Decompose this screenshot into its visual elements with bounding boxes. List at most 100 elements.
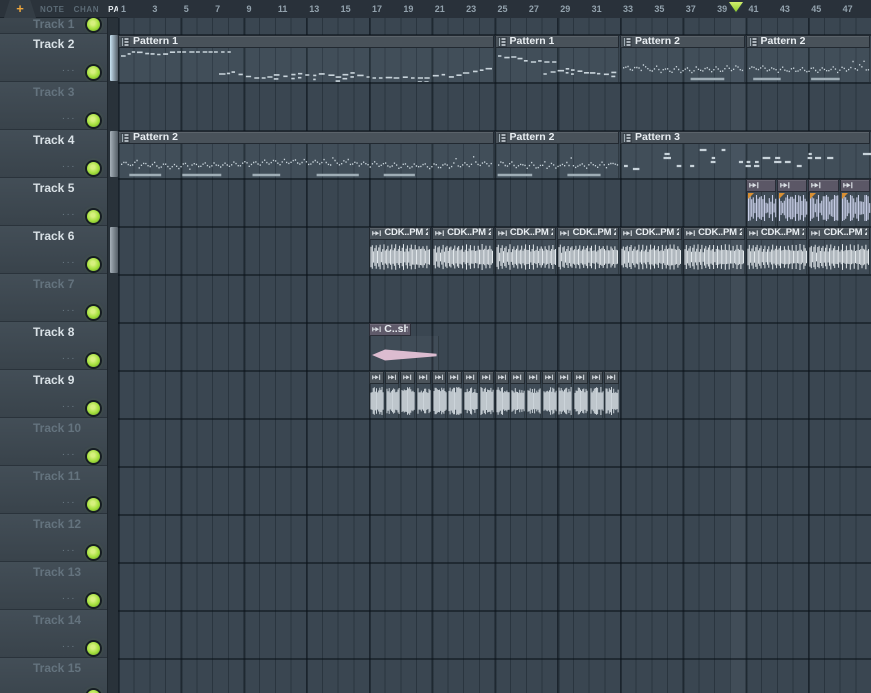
clip-header[interactable]: Pattern 3	[620, 131, 870, 144]
track-mute-led[interactable]	[87, 498, 100, 511]
clip-body[interactable]	[494, 144, 619, 178]
clip-header[interactable]	[494, 371, 510, 384]
clip-body[interactable]	[431, 384, 447, 418]
clip-body[interactable]	[620, 48, 745, 82]
clip-body[interactable]	[776, 192, 808, 226]
track-options-dots-icon[interactable]: ...	[62, 592, 76, 602]
audio-clip-c-sh[interactable]: C..sh	[369, 323, 439, 370]
audio-clip[interactable]	[416, 371, 431, 418]
pattern-clip-pattern-1[interactable]: Pattern 1	[118, 35, 494, 82]
audio-clip[interactable]	[604, 371, 619, 418]
pattern-clip-pattern-2[interactable]: Pattern 2	[494, 131, 619, 178]
clip-header[interactable]	[384, 371, 400, 384]
track-row-3[interactable]: Track 3...	[0, 82, 107, 130]
clip-header[interactable]: CDK..PM 2	[808, 227, 870, 240]
clip-header[interactable]: Pattern 2	[494, 131, 619, 144]
audio-clip[interactable]	[400, 371, 416, 418]
clip-body[interactable]	[463, 384, 478, 418]
audio-clip[interactable]	[808, 179, 839, 226]
clip-body[interactable]	[118, 48, 494, 82]
clip-header[interactable]: CDK..PM 2	[431, 227, 494, 240]
track-options-dots-icon[interactable]: ...	[62, 400, 76, 410]
track-options-dots-icon[interactable]: ...	[62, 640, 76, 650]
clip-body[interactable]	[118, 144, 494, 178]
track-mute-led[interactable]	[87, 306, 100, 319]
audio-clip-cdk-pm-2[interactable]: CDK..PM 2	[682, 227, 745, 274]
audio-clip[interactable]	[839, 179, 870, 226]
clip-header[interactable]	[557, 371, 572, 384]
clip-header[interactable]	[463, 371, 478, 384]
clip-header[interactable]: Pattern 1	[118, 35, 494, 48]
track-row-2[interactable]: Track 2...	[0, 34, 107, 82]
audio-clip-cdk-pm-2[interactable]: CDK..PM 2	[745, 227, 808, 274]
track-row-14[interactable]: Track 14...	[0, 610, 107, 658]
audio-clip-cdk-pm-2[interactable]: CDK..PM 2	[620, 227, 682, 274]
mode-tab-note[interactable]: NOTE	[40, 5, 65, 14]
clip-body[interactable]	[588, 384, 604, 418]
clip-body[interactable]	[620, 240, 682, 274]
audio-clip[interactable]	[431, 371, 447, 418]
audio-clip[interactable]	[745, 179, 776, 226]
audio-clip[interactable]	[572, 371, 588, 418]
audio-clip[interactable]	[447, 371, 463, 418]
clip-body[interactable]	[494, 384, 510, 418]
timeline-ruler[interactable]: 1 3 5 7 9 11 13 15 17 19 21 23 25 27 29 31 33 35 37 39 41 43 4…	[118, 0, 871, 18]
clip-header[interactable]	[400, 371, 416, 384]
clip-header[interactable]: CDK..PM 2	[557, 227, 619, 240]
track-row-15[interactable]: Track 15...	[0, 658, 107, 693]
audio-clip[interactable]	[541, 371, 557, 418]
clip-body[interactable]	[604, 384, 619, 418]
track-row-7[interactable]: Track 7...	[0, 274, 107, 322]
audio-clip[interactable]	[494, 371, 510, 418]
track-options-dots-icon[interactable]: ...	[62, 112, 76, 122]
clip-body[interactable]	[839, 192, 870, 226]
clip-header[interactable]: CDK..PM 2	[369, 227, 431, 240]
track-options-dots-icon[interactable]: ...	[62, 64, 76, 74]
clip-header[interactable]: C..sh	[369, 323, 411, 336]
audio-clip[interactable]	[557, 371, 572, 418]
track-mute-led[interactable]	[87, 210, 100, 223]
pattern-clip-pattern-2[interactable]: Pattern 2	[118, 131, 494, 178]
track-options-dots-icon[interactable]: ...	[62, 256, 76, 266]
clip-body[interactable]	[745, 240, 808, 274]
clip-header[interactable]: CDK..PM 2	[494, 227, 557, 240]
clip-body[interactable]	[557, 384, 572, 418]
playhead-marker-icon[interactable]	[728, 2, 745, 15]
clip-body[interactable]	[416, 384, 431, 418]
pattern-clip-pattern-3[interactable]: Pattern 3	[620, 131, 871, 178]
track-row-10[interactable]: Track 10...	[0, 418, 107, 466]
playlist-grid[interactable]: Pattern 1 Pattern 1 Pattern 2 Pattern 2 Patt…	[118, 18, 871, 693]
clip-header[interactable]	[416, 371, 431, 384]
track-options-dots-icon[interactable]: ...	[62, 544, 76, 554]
clip-body[interactable]	[494, 48, 619, 82]
add-button[interactable]: +	[4, 0, 36, 18]
track-mute-led[interactable]	[87, 66, 100, 79]
audio-clip[interactable]	[510, 371, 525, 418]
audio-clip[interactable]	[369, 371, 384, 418]
track-row-1[interactable]: Track 1	[0, 18, 107, 34]
track-options-dots-icon[interactable]: ...	[62, 208, 76, 218]
clip-header[interactable]: CDK..PM 2	[620, 227, 682, 240]
clip-header[interactable]	[588, 371, 604, 384]
clip-body[interactable]	[682, 240, 745, 274]
audio-clip-cdk-pm-2[interactable]: CDK..PM 2	[369, 227, 431, 274]
track-mute-led[interactable]	[87, 402, 100, 415]
pattern-clip-pattern-1[interactable]: Pattern 1	[494, 35, 619, 82]
track-options-dots-icon[interactable]: ...	[62, 448, 76, 458]
clip-body[interactable]	[620, 144, 871, 178]
clip-header[interactable]	[369, 371, 384, 384]
clip-body[interactable]	[478, 384, 494, 418]
audio-clip[interactable]	[463, 371, 478, 418]
clip-body[interactable]	[400, 384, 416, 418]
track-row-6[interactable]: Track 6...	[0, 226, 107, 274]
track-row-8[interactable]: Track 8...	[0, 322, 107, 370]
clip-body[interactable]	[510, 384, 525, 418]
clip-body[interactable]	[541, 384, 557, 418]
track-mute-led[interactable]	[87, 114, 100, 127]
audio-clip[interactable]	[588, 371, 604, 418]
track-row-9[interactable]: Track 9...	[0, 370, 107, 418]
track-mute-led[interactable]	[87, 594, 100, 607]
audio-clip-cdk-pm-2[interactable]: CDK..PM 2	[431, 227, 494, 274]
clip-header[interactable]	[541, 371, 557, 384]
clip-body[interactable]	[808, 240, 870, 274]
